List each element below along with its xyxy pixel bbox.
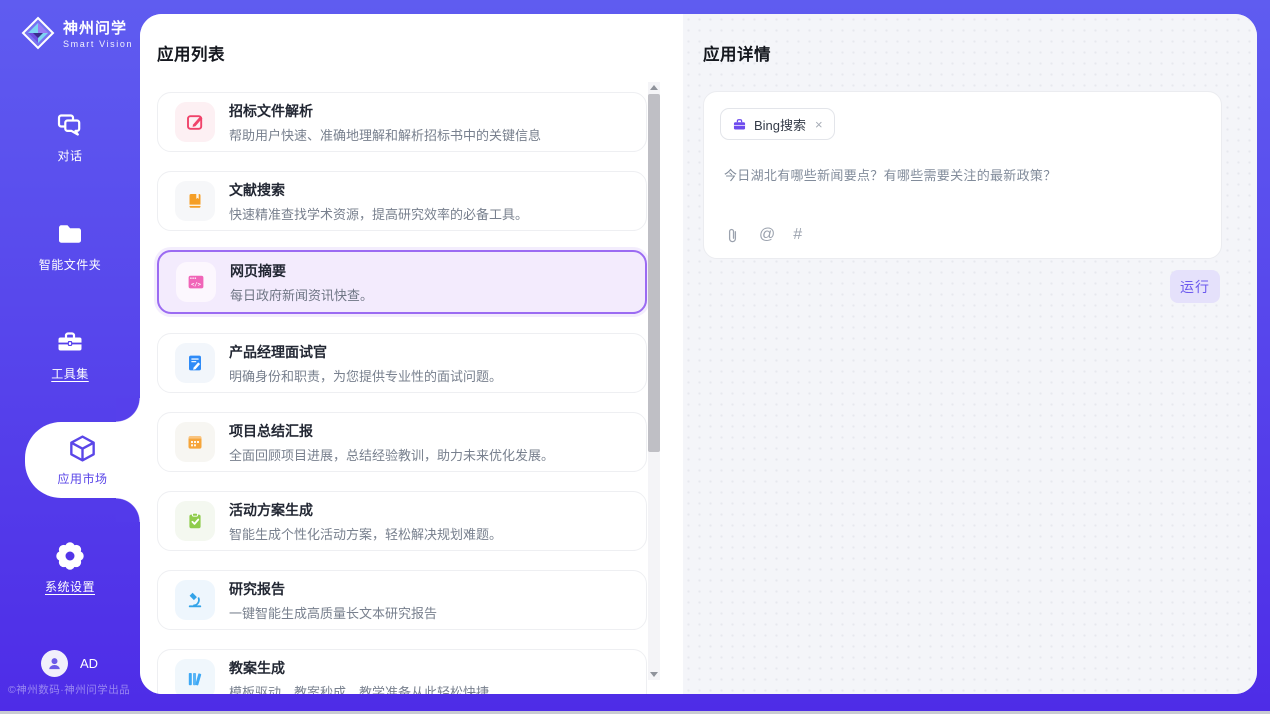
books-icon	[175, 659, 215, 694]
triangle-down-icon	[650, 672, 658, 677]
scroll-up-button[interactable]	[648, 82, 660, 93]
tool-tag-bing-search[interactable]: Bing搜索 ×	[720, 108, 835, 140]
prompt-input[interactable]: 今日湖北有哪些新闻要点？有哪些需要关注的最新政策？	[724, 165, 1201, 184]
app-card-pm-interviewer[interactable]: 产品经理面试官 明确身份和职责，为您提供专业性的面试问题。	[157, 333, 647, 393]
sidebar-item-label: 系统设置	[45, 578, 95, 595]
app-name: 产品经理面试官	[229, 342, 502, 362]
paperclip-icon[interactable]	[724, 227, 741, 244]
scrollbar-thumb[interactable]	[648, 94, 660, 452]
app-list-title: 应用列表	[140, 14, 683, 65]
sidebar-item-settings[interactable]: 系统设置	[0, 541, 140, 595]
scroll-down-button[interactable]	[648, 669, 660, 680]
resume-icon	[175, 343, 215, 383]
sidebar-item-label: 对话	[57, 147, 82, 164]
edit-doc-icon	[175, 102, 215, 142]
active-tab-fillet	[116, 498, 140, 522]
brand-name: 神州问学	[63, 17, 133, 38]
sidebar-item-toolset[interactable]: 工具集	[0, 328, 140, 382]
user-initials: AD	[80, 656, 98, 671]
app-window: 应用列表 招标文件解析 帮助用户快速、准确地理解和解析招标书中的关键信息	[0, 0, 1270, 714]
browser-code-icon: </>	[176, 262, 216, 302]
app-card-lesson-plan[interactable]: 教案生成 模板驱动，教案秒成，教学准备从此轻松快捷	[157, 649, 647, 694]
sidebar-item-label: 应用市场	[57, 470, 107, 487]
gear-icon	[55, 541, 85, 571]
app-card-project-summary[interactable]: 项目总结汇报 全面回顾项目进展，总结经验教训，助力未来优化发展。	[157, 412, 647, 472]
clipboard-check-icon	[175, 501, 215, 541]
app-card-bid-parsing[interactable]: 招标文件解析 帮助用户快速、准确地理解和解析招标书中的关键信息	[157, 92, 647, 152]
diamond-logo-icon	[20, 15, 56, 51]
app-desc: 模板驱动，教案秒成，教学准备从此轻松快捷	[229, 682, 489, 695]
app-name: 活动方案生成	[229, 500, 502, 520]
user-account[interactable]: AD	[41, 650, 98, 677]
app-name: 文献搜索	[229, 180, 528, 200]
app-desc: 每日政府新闻资讯快查。	[230, 285, 373, 304]
book-icon	[175, 181, 215, 221]
briefcase-icon	[732, 117, 747, 132]
toolbox-icon	[55, 328, 85, 358]
close-icon[interactable]: ×	[815, 117, 823, 132]
run-button[interactable]: 运行	[1170, 270, 1220, 303]
app-list-scrollbar[interactable]	[648, 82, 660, 680]
app-desc: 智能生成个性化活动方案，轻松解决规划难题。	[229, 524, 502, 543]
chat-icon	[55, 110, 85, 140]
svg-text:</>: </>	[191, 282, 202, 288]
sidebar-item-label: 工具集	[51, 365, 89, 382]
app-desc: 全面回顾项目进展，总结经验教训，助力未来优化发展。	[229, 445, 554, 464]
main-container: 应用列表 招标文件解析 帮助用户快速、准确地理解和解析招标书中的关键信息	[140, 14, 1257, 694]
sidebar-item-label: 智能文件夹	[39, 256, 102, 273]
prompt-card[interactable]: Bing搜索 × 今日湖北有哪些新闻要点？有哪些需要关注的最新政策？ @ #	[703, 91, 1222, 259]
app-list: 招标文件解析 帮助用户快速、准确地理解和解析招标书中的关键信息 文献搜索 快速精…	[157, 92, 647, 694]
brand-tagline: Smart Vision	[63, 39, 133, 49]
app-desc: 明确身份和职责，为您提供专业性的面试问题。	[229, 366, 502, 385]
app-desc: 一键智能生成高质量长文本研究报告	[229, 603, 437, 622]
app-name: 项目总结汇报	[229, 421, 554, 441]
app-desc: 快速精准查找学术资源，提高研究效率的必备工具。	[229, 204, 528, 223]
at-icon[interactable]: @	[759, 226, 775, 244]
sidebar-item-smart-folder[interactable]: 智能文件夹	[0, 219, 140, 273]
sidebar: 神州问学 Smart Vision 对话 智能文件夹	[0, 0, 140, 714]
copyright-text: ©神州数码·神州问学出品	[8, 682, 130, 697]
app-card-research-report[interactable]: 研究报告 一键智能生成高质量长文本研究报告	[157, 570, 647, 630]
app-list-panel: 应用列表 招标文件解析 帮助用户快速、准确地理解和解析招标书中的关键信息	[140, 14, 683, 694]
sidebar-item-app-market[interactable]: 应用市场	[25, 422, 140, 498]
app-name: 教案生成	[229, 658, 489, 678]
folder-icon	[55, 219, 85, 249]
microscope-icon	[175, 580, 215, 620]
app-card-event-plan[interactable]: 活动方案生成 智能生成个性化活动方案，轻松解决规划难题。	[157, 491, 647, 551]
hash-icon[interactable]: #	[793, 226, 802, 244]
avatar	[41, 650, 68, 677]
active-tab-fillet	[116, 398, 140, 422]
app-name: 网页摘要	[230, 261, 373, 281]
attachment-toolbar: @ #	[724, 226, 802, 244]
app-card-literature-search[interactable]: 文献搜索 快速精准查找学术资源，提高研究效率的必备工具。	[157, 171, 647, 231]
app-desc: 帮助用户快速、准确地理解和解析招标书中的关键信息	[229, 125, 541, 144]
app-detail-panel: 应用详情 Bing搜索 × 今日湖北有哪些新闻要点？有哪些需要关注的最新政策？ …	[683, 14, 1257, 694]
app-detail-title: 应用详情	[683, 14, 1257, 65]
app-card-web-summary[interactable]: </> 网页摘要 每日政府新闻资讯快查。	[157, 250, 647, 314]
app-name: 招标文件解析	[229, 101, 541, 121]
brand-logo: 神州问学 Smart Vision	[20, 15, 133, 51]
triangle-up-icon	[650, 85, 658, 90]
cube-icon	[67, 433, 98, 464]
calendar-icon	[175, 422, 215, 462]
tool-tag-label: Bing搜索	[754, 115, 806, 134]
app-name: 研究报告	[229, 579, 437, 599]
sidebar-item-chat[interactable]: 对话	[0, 110, 140, 164]
